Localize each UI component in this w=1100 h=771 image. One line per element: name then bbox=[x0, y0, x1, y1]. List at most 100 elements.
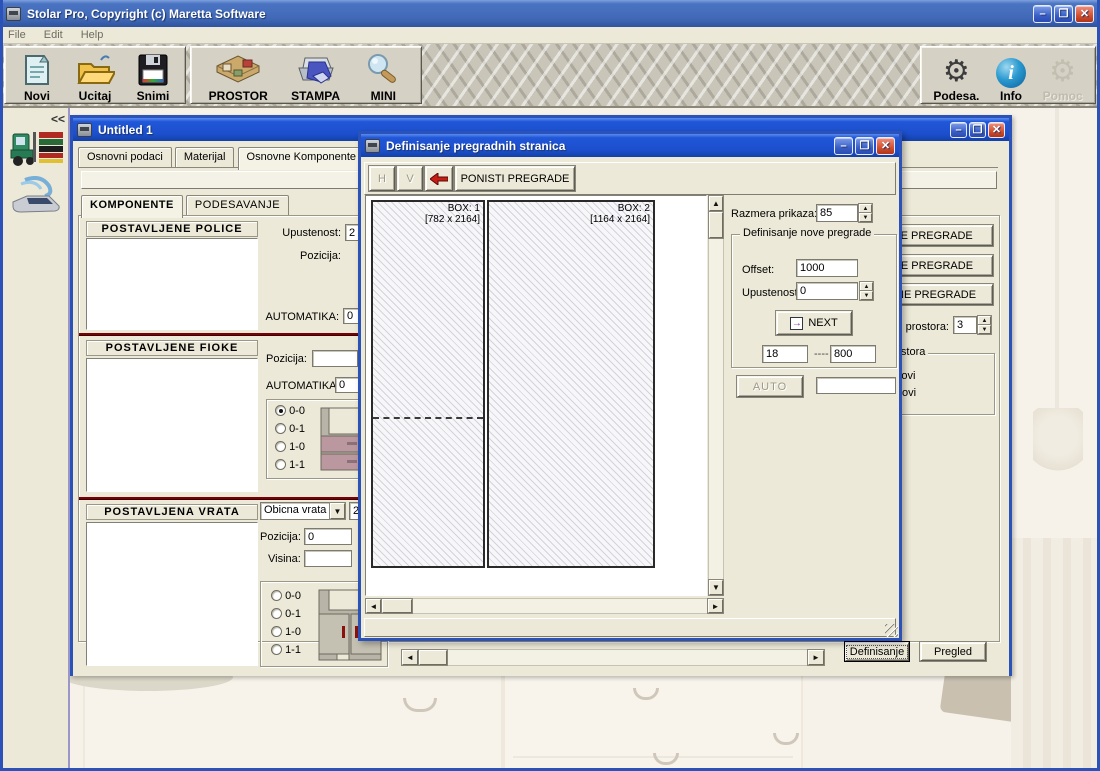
subtab-podesavanje[interactable]: PODESAVANJE bbox=[186, 195, 289, 215]
range-min-input[interactable] bbox=[762, 345, 808, 363]
stampa-button[interactable]: STAMPA bbox=[291, 47, 340, 103]
chevron-down-icon[interactable]: ▼ bbox=[330, 503, 345, 519]
spinner-up-icon[interactable]: ▲ bbox=[859, 204, 872, 213]
police-upustenost-label: Upustenost: bbox=[277, 227, 341, 239]
snimi-button[interactable]: Snimi bbox=[135, 47, 171, 103]
left-sidebar: << bbox=[3, 108, 70, 768]
vrata-type-select[interactable]: Obicna vrata ▼ bbox=[260, 502, 346, 520]
vrata-pozicija-input[interactable] bbox=[304, 528, 352, 545]
scroll-down-icon[interactable]: ▼ bbox=[709, 580, 723, 595]
razmera-input[interactable] bbox=[816, 204, 858, 222]
app-close-button[interactable]: ✕ bbox=[1075, 5, 1094, 23]
vrata-radio-1-1[interactable]: 1-1 bbox=[271, 644, 301, 656]
vscroll-thumb[interactable] bbox=[709, 212, 723, 238]
subtab-komponente[interactable]: KOMPONENTE bbox=[81, 195, 183, 218]
fioke-radio-0-1[interactable]: 0-1 bbox=[275, 423, 305, 435]
radio-icon bbox=[275, 459, 286, 470]
spinner-down-icon[interactable]: ▼ bbox=[859, 213, 872, 222]
dialog-resize-grip[interactable] bbox=[885, 624, 898, 637]
dialog-close-button[interactable]: ✕ bbox=[876, 137, 895, 155]
spinner-up-icon[interactable]: ▲ bbox=[978, 316, 991, 325]
dialog-status-strip bbox=[364, 618, 896, 637]
auto-value-input[interactable] bbox=[816, 377, 896, 394]
scroll-right-icon[interactable]: ► bbox=[708, 599, 723, 613]
scroll-up-icon[interactable]: ▲ bbox=[709, 196, 723, 211]
vertical-pregrada-button[interactable]: V bbox=[397, 166, 423, 191]
spinner-down-icon[interactable]: ▼ bbox=[978, 325, 991, 334]
sidebar-collapse-button[interactable]: << bbox=[51, 112, 65, 126]
fioke-listbox[interactable] bbox=[86, 358, 258, 492]
razmera-label: Razmera prikaza: bbox=[731, 208, 817, 220]
ucitaj-button[interactable]: Ucitaj bbox=[75, 47, 115, 103]
ponisti-pregrade-button[interactable]: PONISTI PREGRADE bbox=[455, 166, 575, 191]
definisanje-button[interactable]: Definisanje bbox=[845, 642, 909, 661]
canvas-hscrollbar[interactable]: ◄ ► bbox=[365, 598, 724, 614]
spinner-down-icon[interactable]: ▼ bbox=[860, 291, 873, 300]
mini-button[interactable]: MINI bbox=[363, 47, 403, 103]
document-close-button[interactable]: ✕ bbox=[988, 122, 1005, 138]
next-button[interactable]: → NEXT bbox=[776, 311, 852, 335]
box-1-dims: [782 x 2164] bbox=[425, 214, 480, 225]
pregrade-canvas[interactable]: BOX: 1 [782 x 2164] BOX: 2 [1164 x 2164] bbox=[365, 195, 707, 596]
hscroll-thumb[interactable] bbox=[382, 599, 412, 613]
document-minimize-button[interactable]: – bbox=[950, 122, 967, 138]
vrata-radio-1-0[interactable]: 1-0 bbox=[271, 626, 301, 638]
canvas-vscrollbar[interactable]: ▲ ▼ bbox=[708, 195, 724, 596]
radio-icon bbox=[271, 608, 282, 619]
app-maximize-button[interactable]: ❒ bbox=[1054, 5, 1073, 23]
menu-file[interactable]: File bbox=[8, 29, 26, 41]
scroll-right-icon[interactable]: ► bbox=[808, 650, 824, 665]
scanner-icon[interactable] bbox=[11, 176, 63, 214]
auto-button[interactable]: AUTO bbox=[737, 376, 803, 397]
prostor-button[interactable]: PROSTOR bbox=[209, 47, 268, 103]
pregrada-dashed-line[interactable] bbox=[373, 417, 483, 419]
upustenost-spinner[interactable]: ▲ ▼ bbox=[860, 282, 873, 300]
nova-pregrada-group-title: Definisanje nove pregrade bbox=[740, 227, 874, 239]
fioke-radio-1-1[interactable]: 1-1 bbox=[275, 459, 305, 471]
document-hscrollbar[interactable]: ◄ ► bbox=[401, 649, 825, 666]
tab-osnovni-podaci[interactable]: Osnovni podaci bbox=[78, 147, 172, 167]
razmera-spinner[interactable]: ▲ ▼ bbox=[859, 204, 872, 222]
fioke-pozicija-input[interactable] bbox=[312, 350, 358, 367]
fioke-radio-0-0[interactable]: 0-0 bbox=[275, 405, 305, 417]
prostor-label: PROSTOR bbox=[209, 89, 268, 103]
vrata-visina-input[interactable] bbox=[304, 550, 352, 567]
box-1[interactable]: BOX: 1 [782 x 2164] bbox=[371, 200, 485, 568]
dialog-maximize-button[interactable]: ❒ bbox=[855, 137, 874, 155]
offset-input[interactable] bbox=[796, 259, 858, 277]
range-max-input[interactable] bbox=[830, 345, 876, 363]
pomoc-button[interactable]: ⚙ Pomoc bbox=[1043, 47, 1083, 103]
vrata-radio-0-0[interactable]: 0-0 bbox=[271, 590, 301, 602]
dialog-minimize-button[interactable]: – bbox=[834, 137, 853, 155]
info-button[interactable]: i Info bbox=[996, 47, 1026, 103]
scroll-left-icon[interactable]: ◄ bbox=[366, 599, 381, 613]
tab-osnovne-komponente[interactable]: Osnovne Komponente bbox=[238, 147, 365, 170]
horizontal-pregrada-button[interactable]: H bbox=[369, 166, 395, 191]
vrata-radio-0-1[interactable]: 0-1 bbox=[271, 608, 301, 620]
podesavanja-button[interactable]: ⚙ Podesa. bbox=[933, 47, 979, 103]
undo-pregrada-button[interactable] bbox=[425, 166, 453, 191]
app-minimize-button[interactable]: – bbox=[1033, 5, 1052, 23]
pregled-button[interactable]: Pregled bbox=[920, 642, 986, 661]
novi-button[interactable]: Novi bbox=[19, 47, 55, 103]
scroll-left-icon[interactable]: ◄ bbox=[402, 650, 418, 665]
dialog-titlebar[interactable]: Definisanje pregradnih stranica – ❒ ✕ bbox=[361, 134, 899, 157]
box-2[interactable]: BOX: 2 [1164 x 2164] bbox=[487, 200, 655, 568]
fioke-radio-1-0[interactable]: 1-0 bbox=[275, 441, 305, 453]
menu-edit[interactable]: Edit bbox=[44, 29, 63, 41]
document-maximize-button[interactable]: ❒ bbox=[969, 122, 986, 138]
spinner-up-icon[interactable]: ▲ bbox=[860, 282, 873, 291]
fioke-header: POSTAVLJENE FIOKE bbox=[86, 340, 258, 356]
prostora-input[interactable] bbox=[953, 316, 977, 334]
prostora-spinner[interactable]: ▲ ▼ bbox=[978, 316, 991, 334]
app-titlebar[interactable]: Stolar Pro, Copyright (c) Maretta Softwa… bbox=[0, 0, 1100, 27]
hscroll-thumb[interactable] bbox=[419, 650, 447, 665]
tab-materijal[interactable]: Materijal bbox=[175, 147, 235, 167]
police-listbox[interactable] bbox=[86, 238, 258, 330]
stampa-label: STAMPA bbox=[291, 89, 340, 103]
dialog-upustenost-input[interactable] bbox=[796, 282, 858, 300]
menu-help[interactable]: Help bbox=[81, 29, 104, 41]
forklift-icon[interactable] bbox=[9, 126, 65, 168]
vrata-listbox[interactable] bbox=[86, 522, 258, 666]
toolbar-system-group: ⚙ Podesa. i Info ⚙ Pomoc bbox=[920, 46, 1096, 104]
